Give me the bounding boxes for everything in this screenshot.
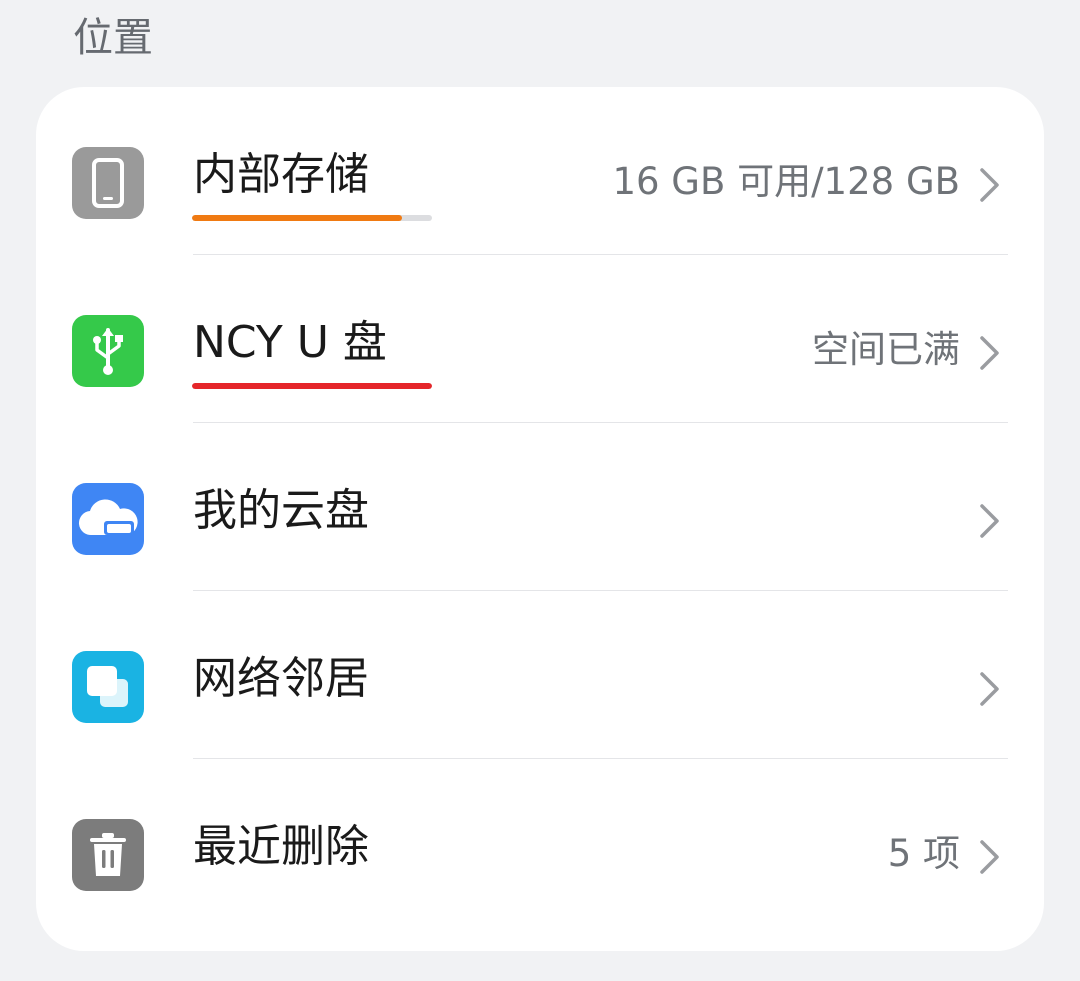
chevron-right-icon [980,504,999,538]
recently-deleted-count: 5 项 [887,832,960,875]
usb-drive-label: NCY U 盘 [193,317,387,368]
cloud-drive-label: 我的云盘 [193,485,369,536]
trash-icon [72,819,144,891]
chevron-right-icon [980,672,999,706]
section-title: 位置 [73,15,153,61]
usb-drive-usage-fill [192,383,432,389]
internal-storage-item[interactable]: 内部存储 16 GB 可用/128 GB [36,87,1044,255]
phone-icon [72,147,144,219]
internal-storage-label: 内部存储 [193,149,369,200]
chevron-right-icon [980,840,999,874]
internal-storage-usage-fill [192,215,402,221]
network-neighbor-item[interactable]: 网络邻居 [36,591,1044,759]
network-neighbor-icon [72,651,144,723]
internal-storage-value: 16 GB 可用/128 GB [612,160,960,203]
internal-storage-usage-bar [192,215,432,221]
chevron-right-icon [980,336,999,370]
usb-icon [72,315,144,387]
recently-deleted-label: 最近删除 [193,821,369,872]
chevron-right-icon [980,168,999,202]
usb-drive-usage-bar [192,383,432,389]
cloud-drive-icon [72,483,144,555]
usb-drive-value: 空间已满 [812,328,960,371]
usb-drive-item[interactable]: NCY U 盘 空间已满 [36,255,1044,423]
network-neighbor-label: 网络邻居 [193,653,369,704]
locations-card: 内部存储 16 GB 可用/128 GB NCY U 盘 空间已满 我的云盘 网… [36,87,1044,951]
cloud-drive-item[interactable]: 我的云盘 [36,423,1044,591]
recently-deleted-item[interactable]: 最近删除 5 项 [36,759,1044,927]
